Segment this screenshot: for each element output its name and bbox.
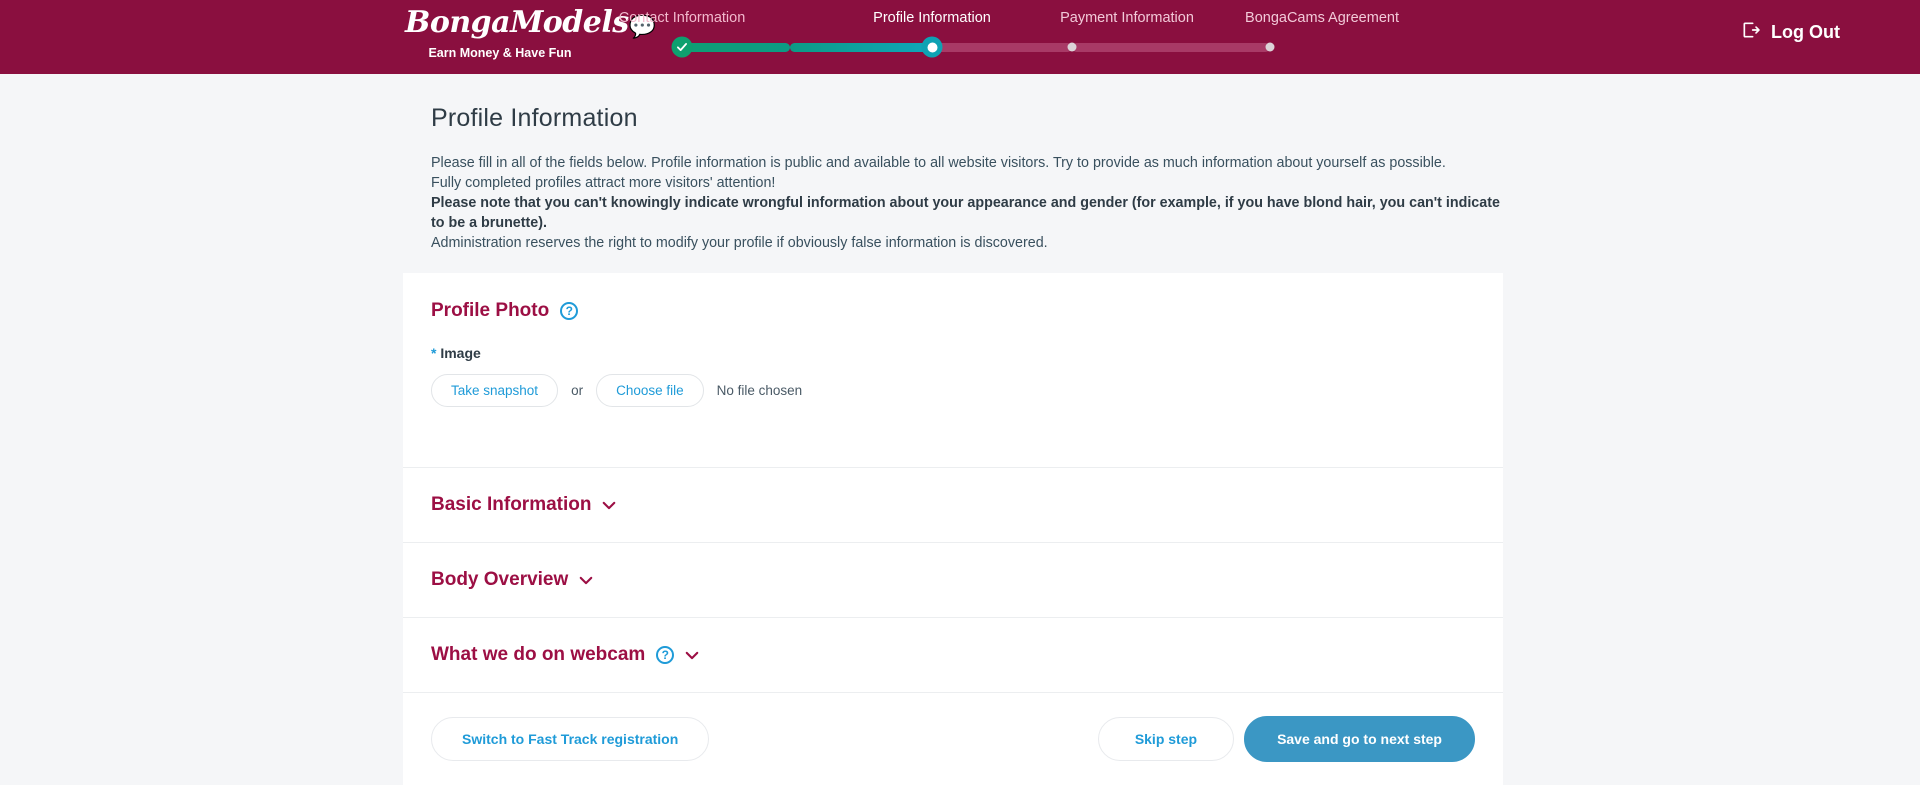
stepper-progress-track: [600, 36, 1300, 58]
step-label-payment-information[interactable]: Payment Information: [1060, 10, 1194, 26]
registration-stepper: Contact Information Profile Information …: [600, 0, 1399, 74]
intro-line-4: Administration reserves the right to mod…: [431, 235, 1048, 251]
site-header: BongaModels💬 Earn Money & Have Fun Conta…: [0, 0, 1920, 74]
section-basic-information-title: Basic Information: [431, 494, 592, 515]
chevron-down-icon[interactable]: [685, 651, 699, 660]
image-upload-row: Take snapshot or Choose file No file cho…: [431, 374, 1475, 407]
logout-label: Log Out: [1771, 22, 1840, 42]
page-title: Profile Information: [431, 104, 638, 132]
section-body-overview[interactable]: Body Overview: [403, 543, 1503, 618]
logout-button[interactable]: Log Out: [1741, 20, 1840, 45]
question-mark-icon[interactable]: ?: [656, 646, 675, 664]
file-status-text: No file chosen: [716, 383, 803, 398]
intro-line-2: Fully completed profiles attract more vi…: [431, 175, 776, 191]
pending-step-dot-icon-payment[interactable]: [1067, 42, 1077, 52]
step-label-contact-information[interactable]: Contact Information: [619, 10, 746, 26]
section-profile-photo: Profile Photo ? * Image Take snapshot or…: [403, 273, 1503, 468]
image-field-label-text: Image: [440, 345, 481, 361]
required-asterisk: *: [431, 345, 437, 361]
page-container: Profile Information Please fill in all o…: [403, 74, 1503, 785]
page-intro: Profile Information Please fill in all o…: [403, 74, 1503, 253]
image-field-label: * Image: [431, 345, 1475, 361]
switch-to-fast-track-button[interactable]: Switch to Fast Track registration: [431, 717, 710, 761]
section-basic-information[interactable]: Basic Information: [403, 468, 1503, 543]
pending-step-dot-icon-agreement[interactable]: [1265, 42, 1275, 52]
choose-file-button[interactable]: Choose file: [596, 374, 704, 407]
check-icon[interactable]: [671, 36, 693, 58]
intro-line-1: Please fill in all of the fields below. …: [431, 155, 1446, 171]
form-actions: Switch to Fast Track registration Skip s…: [403, 693, 1503, 785]
skip-step-button[interactable]: Skip step: [1097, 717, 1235, 761]
step-label-bongacams-agreement[interactable]: BongaCams Agreement: [1245, 10, 1399, 26]
progress-segment-2: [790, 43, 932, 52]
chevron-down-icon[interactable]: [579, 576, 593, 585]
question-mark-icon[interactable]: ?: [560, 302, 579, 320]
take-snapshot-button[interactable]: Take snapshot: [431, 374, 559, 407]
section-what-we-do-on-webcam-title: What we do on webcam: [431, 644, 646, 665]
progress-segment-4: [1072, 43, 1270, 52]
save-and-next-button[interactable]: Save and go to next step: [1244, 716, 1475, 762]
step-label-profile-information[interactable]: Profile Information: [873, 10, 991, 26]
section-what-we-do-on-webcam[interactable]: What we do on webcam ?: [403, 618, 1503, 693]
progress-segment-3: [932, 43, 1072, 52]
intro-warning: Please note that you can't knowingly ind…: [431, 195, 1500, 231]
current-step-dot-icon[interactable]: [921, 36, 943, 58]
section-profile-photo-title: Profile Photo: [431, 300, 550, 321]
stepper-labels: Contact Information Profile Information …: [600, 0, 1399, 34]
profile-form-card: Profile Photo ? * Image Take snapshot or…: [403, 273, 1503, 785]
chevron-down-icon[interactable]: [602, 501, 616, 510]
brand-logo-link[interactable]: BongaModels💬 Earn Money & Have Fun: [405, 6, 656, 61]
logout-icon: [1741, 20, 1761, 45]
progress-segment-1: [682, 43, 790, 52]
section-body-overview-title: Body Overview: [431, 569, 569, 590]
brand-tagline: Earn Money & Have Fun: [428, 46, 572, 60]
brand-name: BongaModels: [405, 5, 629, 40]
brand-wordmark: BongaModels💬: [405, 6, 656, 42]
upload-or-separator: or: [571, 383, 584, 398]
section-profile-photo-header: Profile Photo ?: [431, 300, 1475, 322]
